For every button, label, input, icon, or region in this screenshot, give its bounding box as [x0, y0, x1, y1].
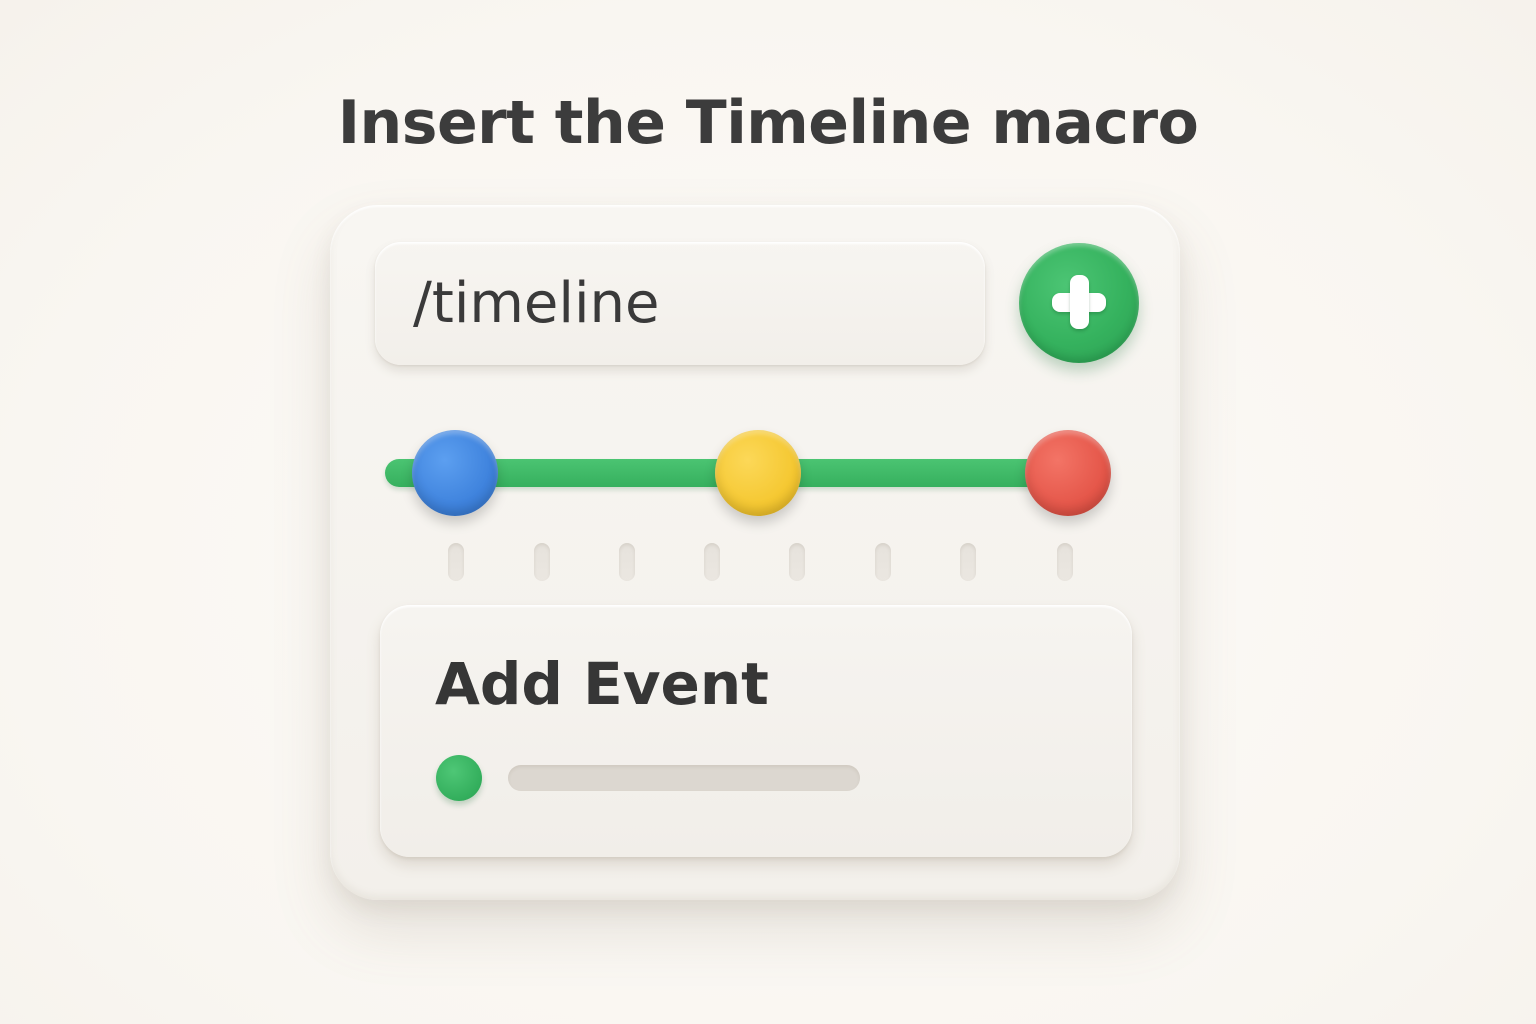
page-title: Insert the Timeline macro [337, 88, 1199, 158]
add-event-title: Add Event [435, 650, 769, 718]
event-placeholder-bar [508, 765, 860, 791]
timeline-tick [704, 543, 720, 581]
timeline-macro-card: /timeline Add Event [330, 205, 1180, 900]
search-input[interactable]: /timeline [375, 242, 985, 365]
timeline-tick [789, 543, 805, 581]
timeline-tick [960, 543, 976, 581]
event-status-dot [436, 755, 482, 801]
timeline-tick [619, 543, 635, 581]
add-button[interactable] [1019, 243, 1139, 363]
timeline-marker-yellow[interactable] [715, 430, 801, 516]
add-event-card[interactable]: Add Event [380, 605, 1132, 857]
timeline-tick [875, 543, 891, 581]
timeline-tick [534, 543, 550, 581]
timeline-tick [1057, 543, 1073, 581]
timeline-marker-red[interactable] [1025, 430, 1111, 516]
timeline-tick [448, 543, 464, 581]
timeline-marker-blue[interactable] [412, 430, 498, 516]
search-input-value: /timeline [413, 271, 660, 336]
page: Insert the Timeline macro /timeline Add … [0, 0, 1536, 1024]
plus-icon-vertical [1070, 275, 1089, 329]
